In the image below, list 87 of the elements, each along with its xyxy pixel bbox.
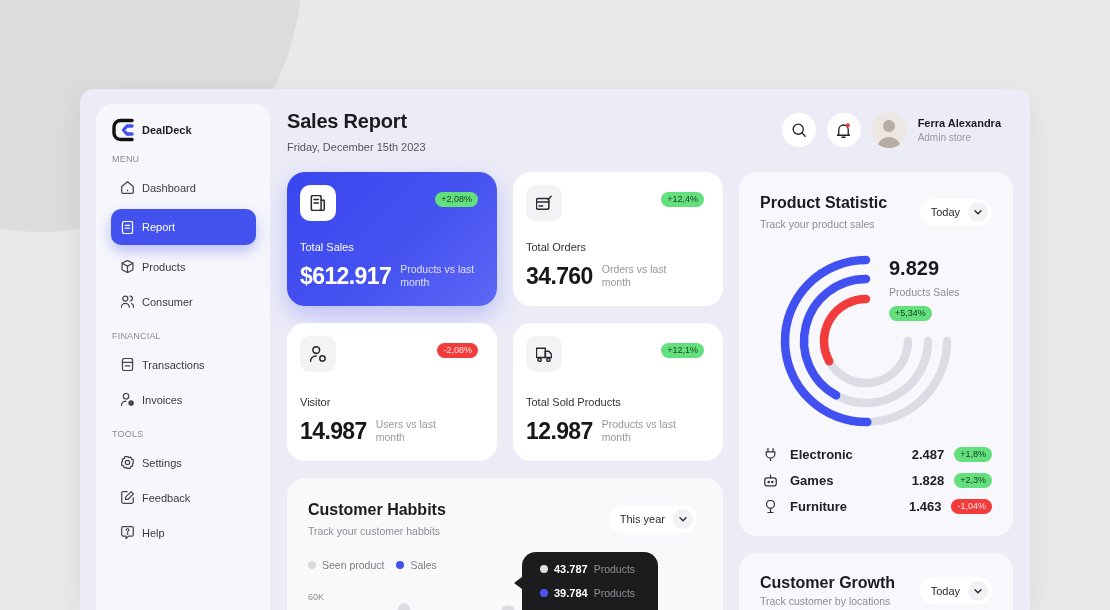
nav-item[interactable]: Help: [111, 515, 256, 550]
card-subtitle: Track customer by locations: [760, 595, 892, 608]
receipt-icon: [121, 358, 134, 371]
tooltip-value: 43.787: [554, 563, 588, 575]
nav-item[interactable]: Consumer: [111, 284, 256, 319]
card-subtitle: Track your product sales: [760, 217, 876, 231]
search-button[interactable]: [782, 113, 817, 147]
stat-value: 14.987: [300, 417, 367, 445]
plug-icon: [764, 447, 777, 461]
card-title: Product Statistic: [760, 193, 888, 213]
change-badge: -1,04%: [951, 498, 992, 514]
nav-item[interactable]: Settings: [111, 445, 256, 480]
user-icon: [300, 336, 336, 372]
category-value: 1.828: [911, 472, 945, 488]
nav-item[interactable]: Dashboard: [111, 170, 256, 205]
change-badge: +5,34%: [889, 306, 932, 321]
lamp-icon: [764, 499, 777, 513]
nav-item[interactable]: Transactions: [111, 347, 256, 382]
users-icon: [121, 295, 134, 308]
category-name: Furniture: [790, 498, 849, 514]
card-title: Customer Habbits: [308, 500, 446, 520]
search-icon: [792, 123, 807, 137]
total-label: Products Sales: [889, 285, 960, 299]
receipt-icon: [300, 185, 336, 221]
user-icon: [121, 393, 134, 406]
chevron-down-icon: [968, 580, 988, 601]
section-heading: FINANCIAL: [111, 329, 161, 342]
notifications-button[interactable]: [826, 113, 861, 147]
logo-icon: [112, 118, 134, 142]
avatar-icon: [871, 112, 908, 148]
box-icon: [121, 260, 134, 273]
change-badge: -2,08%: [437, 343, 478, 358]
chevron-down-icon: [968, 202, 988, 222]
change-badge: +12,1%: [661, 343, 704, 358]
page-title: Sales Report: [287, 109, 408, 134]
section-heading: MENU: [111, 152, 140, 165]
change-badge: +1,8%: [954, 446, 992, 462]
stat-value: $612.917: [300, 262, 392, 290]
change-badge: +2,08%: [435, 192, 478, 207]
help-icon: [121, 526, 134, 539]
user-name: Ferra Alexandra: [917, 116, 1001, 130]
category-value: 2.487: [911, 446, 945, 462]
category-value: 1.463: [908, 498, 942, 514]
total-value: 9.829: [889, 256, 941, 280]
period-dropdown[interactable]: Today: [919, 198, 992, 226]
document-icon: [121, 220, 134, 234]
page-date: Friday, December 15th 2023: [287, 140, 426, 154]
chart-bar: [398, 603, 410, 610]
tooltip-unit: Products: [593, 587, 636, 599]
change-badge: +2,3%: [954, 472, 992, 488]
category-name: Electronic: [790, 446, 854, 462]
period-dropdown[interactable]: Today: [919, 577, 992, 604]
stat-label: Visitor: [300, 395, 331, 409]
legend-label: Seen product: [322, 559, 385, 571]
home-icon: [121, 181, 134, 194]
gear-icon: [121, 456, 134, 469]
legend-label: Sales: [410, 559, 437, 571]
chevron-down-icon: [673, 509, 693, 529]
card-subtitle: Track your customer habbits: [308, 524, 442, 538]
stat-note: Products vs last month: [400, 263, 476, 289]
period-dropdown[interactable]: This year: [608, 505, 697, 533]
stat-label: Total Sold Products: [526, 395, 621, 409]
truck-icon: [526, 336, 562, 372]
stat-value: 34.760: [526, 262, 593, 290]
brand-name: DealDeck: [142, 124, 192, 136]
stat-label: Total Orders: [526, 240, 586, 254]
user-role: Admin store: [917, 131, 972, 144]
nav-item[interactable]: Invoices: [111, 382, 256, 417]
card-edit-icon: [526, 185, 562, 221]
category-name: Games: [790, 472, 835, 488]
card-title: Customer Growth: [760, 573, 896, 593]
stat-note: Products vs last month: [601, 418, 677, 444]
stat-note: Orders vs last month: [601, 263, 668, 289]
tooltip-unit: Products: [593, 563, 636, 575]
stat-note: Users vs last month: [375, 418, 437, 444]
axis-label: 60K: [308, 591, 324, 603]
section-heading: TOOLS: [111, 427, 144, 440]
robot-icon: [764, 473, 777, 487]
nav-item[interactable]: Report: [111, 209, 256, 245]
nav-item[interactable]: Feedback: [111, 480, 256, 515]
stat-label: Total Sales: [300, 240, 354, 254]
change-badge: +12,4%: [661, 192, 704, 207]
stat-value: 12.987: [526, 417, 593, 445]
chart-bar: [502, 605, 514, 610]
tooltip-value: 39.784: [554, 587, 588, 599]
edit-icon: [121, 491, 134, 504]
nav-item[interactable]: Products: [111, 249, 256, 284]
